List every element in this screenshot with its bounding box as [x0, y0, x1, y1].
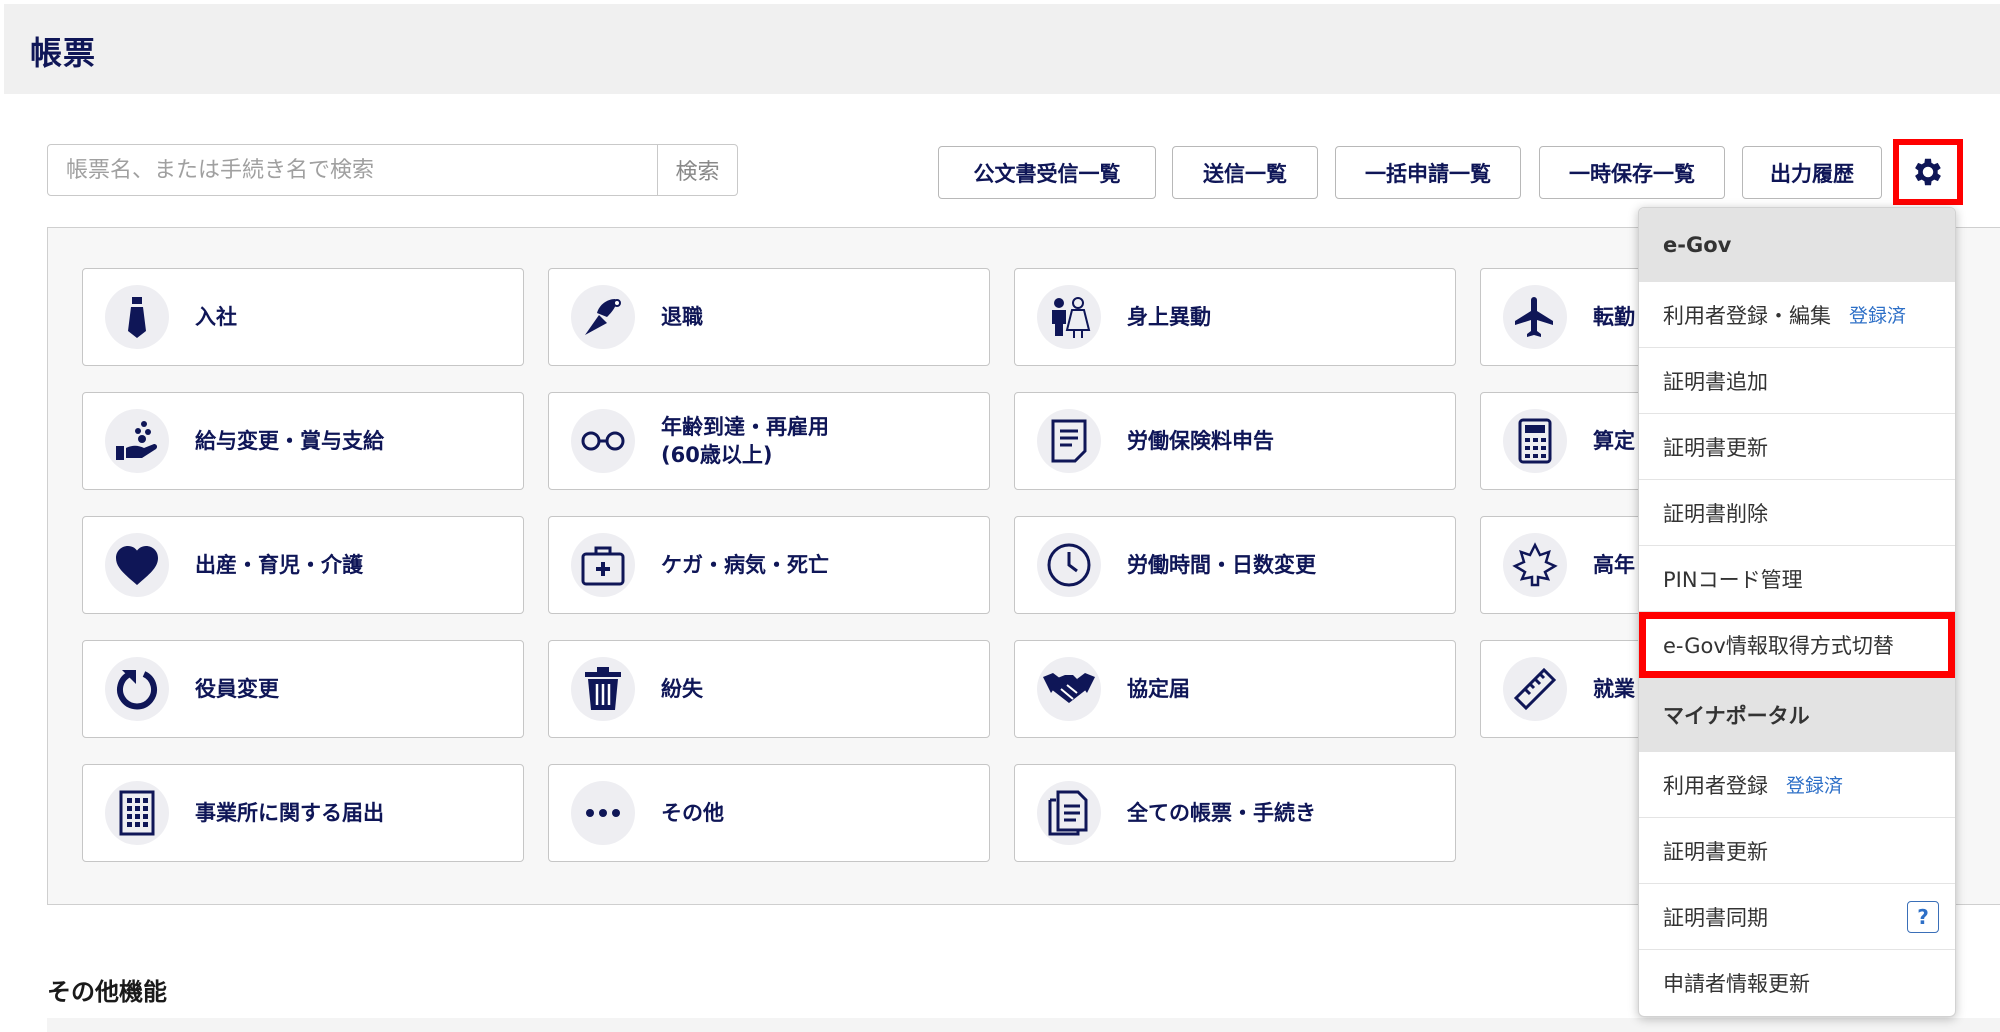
calculator-icon — [1503, 409, 1567, 473]
card-label: 年齢到達・再雇用 (60歳以上) — [661, 415, 829, 467]
menu-item-label: 利用者登録 — [1663, 773, 1768, 798]
card-label: 全ての帳票・手続き — [1127, 801, 1316, 825]
search-input[interactable] — [48, 145, 657, 195]
necktie-icon — [105, 285, 169, 349]
card-agreement[interactable]: 協定届 — [1014, 640, 1456, 738]
card-label: 紛失 — [661, 677, 703, 701]
menu-item-egov-user-registration[interactable]: 利用者登録・編集 登録済 — [1639, 282, 1955, 348]
page-header: 帳票 — [4, 4, 2000, 94]
menu-item-label: 証明書更新 — [1663, 839, 1768, 864]
card-loss[interactable]: 紛失 — [548, 640, 990, 738]
card-label: 事業所に関する届出 — [195, 801, 384, 825]
menu-item-label: e-Gov情報取得方式切替 — [1663, 633, 1894, 658]
menu-item-label: PINコード管理 — [1663, 567, 1803, 592]
menu-item-add-certificate[interactable]: 証明書追加 — [1639, 348, 1955, 414]
card-officer-change[interactable]: 役員変更 — [82, 640, 524, 738]
couple-icon — [1037, 285, 1101, 349]
document-icon — [1037, 409, 1101, 473]
registered-status: 登録済 — [1786, 775, 1844, 797]
menu-item-label: 証明書更新 — [1663, 435, 1768, 460]
card-label: ケガ・病気・死亡 — [661, 553, 829, 577]
card-label: 算定 — [1593, 429, 1635, 453]
menu-item-label: 利用者登録・編集 — [1663, 303, 1831, 328]
card-working-hours[interactable]: 労働時間・日数変更 — [1014, 516, 1456, 614]
search-box: 検索 — [47, 144, 738, 196]
clock-icon — [1037, 533, 1101, 597]
card-label: 役員変更 — [195, 677, 279, 701]
page-title: 帳票 — [30, 34, 97, 72]
official-documents-received-button[interactable]: 公文書受信一覧 — [938, 146, 1156, 199]
menu-section-mynaportal: マイナポータル — [1639, 678, 1955, 752]
card-salary-bonus[interactable]: 給与変更・賞与支給 — [82, 392, 524, 490]
card-age-reemployment[interactable]: 年齢到達・再雇用 (60歳以上) — [548, 392, 990, 490]
card-label: 高年 — [1593, 553, 1635, 577]
help-icon[interactable]: ? — [1907, 901, 1939, 933]
rotate-icon — [105, 657, 169, 721]
other-functions-title: その他機能 — [47, 978, 167, 1006]
glasses-icon — [571, 409, 635, 473]
sent-list-button[interactable]: 送信一覧 — [1172, 146, 1318, 199]
card-label: 転勤 — [1593, 305, 1635, 329]
card-label: 身上異動 — [1127, 305, 1211, 329]
menu-item-myna-user-registration[interactable]: 利用者登録 登録済 — [1639, 752, 1955, 818]
menu-item-label: 証明書追加 — [1663, 369, 1768, 394]
menu-section-egov: e-Gov — [1639, 208, 1955, 282]
menu-item-sync-certificate[interactable]: 証明書同期 ? — [1639, 884, 1955, 950]
menu-item-label: 申請者情報更新 — [1663, 972, 1810, 996]
card-label: 労働保険料申告 — [1127, 429, 1274, 453]
card-joining[interactable]: 入社 — [82, 268, 524, 366]
card-label: 出産・育児・介護 — [195, 553, 363, 577]
heart-icon — [105, 533, 169, 597]
first-aid-icon — [571, 533, 635, 597]
menu-item-update-certificate[interactable]: 証明書更新 — [1639, 414, 1955, 480]
menu-item-egov-acquisition-switch[interactable]: e-Gov情報取得方式切替 — [1639, 612, 1955, 678]
card-label: 入社 — [195, 305, 237, 329]
menu-item-update-applicant-info[interactable]: 申請者情報更新 — [1639, 950, 1955, 1016]
ellipsis-icon — [571, 781, 635, 845]
card-label: 退職 — [661, 305, 703, 329]
settings-button[interactable] — [1893, 139, 1963, 205]
hand-coins-icon — [105, 409, 169, 473]
ruler-icon — [1503, 657, 1567, 721]
bulk-application-list-button[interactable]: 一括申請一覧 — [1335, 146, 1521, 199]
output-history-button[interactable]: 出力履歴 — [1742, 146, 1882, 199]
other-functions-area — [47, 1018, 2000, 1032]
card-other[interactable]: その他 — [548, 764, 990, 862]
maple-leaf-icon — [1503, 533, 1567, 597]
card-injury-illness-death[interactable]: ケガ・病気・死亡 — [548, 516, 990, 614]
menu-item-delete-certificate[interactable]: 証明書削除 — [1639, 480, 1955, 546]
card-label: 労働時間・日数変更 — [1127, 553, 1316, 577]
settings-dropdown: e-Gov 利用者登録・編集 登録済 証明書追加 証明書更新 証明書削除 PIN… — [1638, 207, 1956, 1017]
gear-icon — [1915, 158, 1941, 186]
temporary-save-list-button[interactable]: 一時保存一覧 — [1539, 146, 1725, 199]
menu-item-label: 証明書同期 — [1663, 905, 1768, 930]
handshake-icon — [1037, 657, 1101, 721]
card-label: 協定届 — [1127, 677, 1190, 701]
menu-item-label: 証明書削除 — [1663, 501, 1768, 526]
card-personal-change[interactable]: 身上異動 — [1014, 268, 1456, 366]
card-labor-insurance[interactable]: 労働保険料申告 — [1014, 392, 1456, 490]
card-maternity-childcare[interactable]: 出産・育児・介護 — [82, 516, 524, 614]
menu-item-myna-update-certificate[interactable]: 証明書更新 — [1639, 818, 1955, 884]
search-button[interactable]: 検索 — [657, 145, 737, 195]
card-all-forms[interactable]: 全ての帳票・手続き — [1014, 764, 1456, 862]
airplane-icon — [1503, 285, 1567, 349]
card-office-notification[interactable]: 事業所に関する届出 — [82, 764, 524, 862]
menu-item-pin-management[interactable]: PINコード管理 — [1639, 546, 1955, 612]
card-label: その他 — [661, 801, 724, 825]
documents-icon — [1037, 781, 1101, 845]
card-label: 給与変更・賞与支給 — [195, 429, 384, 453]
bouquet-icon — [571, 285, 635, 349]
card-retirement[interactable]: 退職 — [548, 268, 990, 366]
registered-status: 登録済 — [1849, 305, 1907, 327]
trash-icon — [571, 657, 635, 721]
card-label: 就業 — [1593, 677, 1635, 701]
building-icon — [105, 781, 169, 845]
